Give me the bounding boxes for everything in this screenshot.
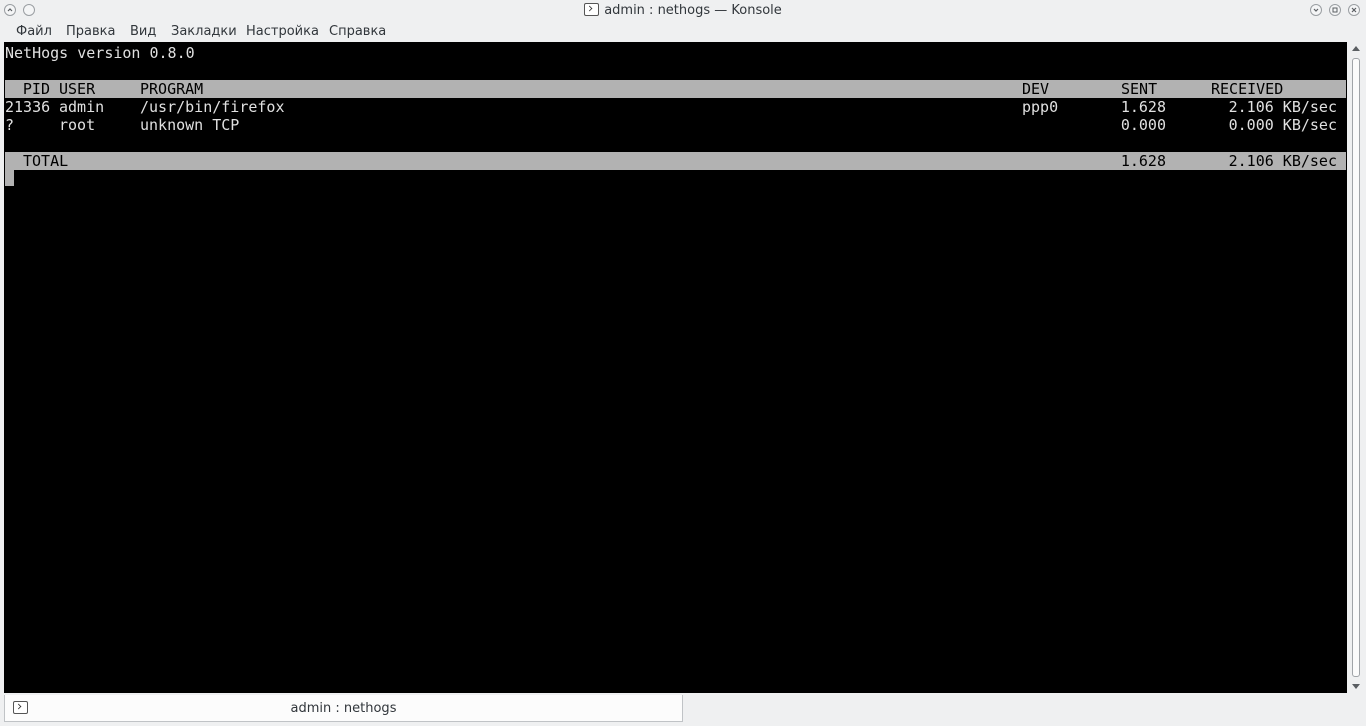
menu-bookmarks[interactable]: Закладки: [171, 24, 237, 39]
total-row: TOTAL 1.628 2.106 KB/sec: [5, 152, 1346, 170]
scrollbar-thumb[interactable]: [1352, 58, 1360, 677]
row-dev: ppp0: [1022, 98, 1059, 116]
scroll-down-icon[interactable]: [1352, 684, 1360, 689]
title-bar: admin : nethogs — Konsole: [0, 0, 1366, 21]
terminal-icon: [584, 3, 600, 16]
total-sent: 1.628: [1120, 152, 1166, 170]
header-user: USER: [59, 80, 96, 98]
row-sent: 1.628: [1120, 98, 1166, 116]
close-button[interactable]: [1348, 4, 1360, 16]
row-program: unknown TCP: [140, 116, 240, 134]
header-sent: SENT: [1121, 80, 1158, 98]
terminal-cursor: [5, 170, 14, 186]
total-received: 2.106 KB/sec: [1228, 152, 1337, 170]
tab-admin-nethogs[interactable]: admin : nethogs: [4, 695, 683, 722]
table-header: PID USER PROGRAM DEV SENT RECEIVED: [5, 80, 1346, 98]
header-program: PROGRAM: [140, 80, 204, 98]
terminal-view[interactable]: NetHogs version 0.8.0 PID USER PROGRAM D…: [4, 42, 1347, 693]
total-label: TOTAL: [23, 152, 69, 170]
menu-bar: Файл Правка Вид Закладки Настройка Справ…: [0, 21, 1366, 42]
menu-settings[interactable]: Настройка: [246, 24, 319, 39]
menu-edit[interactable]: Правка: [66, 24, 115, 39]
header-dev: DEV: [1022, 80, 1050, 98]
row-user: root: [59, 116, 96, 134]
window-title-text: admin : nethogs — Konsole: [604, 3, 782, 18]
table-row: ? root unknown TCP 0.000 0.000 KB/sec: [5, 116, 1346, 134]
table-row: 21336 admin /usr/bin/firefox ppp0 1.628 …: [5, 98, 1346, 116]
version-text: NetHogs version 0.8.0: [5, 44, 195, 62]
header-received: RECEIVED: [1211, 80, 1284, 98]
version-line: NetHogs version 0.8.0: [5, 44, 1346, 62]
maximize-button[interactable]: [1329, 4, 1341, 16]
row-program: /usr/bin/firefox: [140, 98, 285, 116]
row-sent: 0.000: [1120, 116, 1166, 134]
tab-label: admin : nethogs: [290, 701, 397, 716]
tab-bar: admin : nethogs: [0, 693, 1366, 726]
row-received: 2.106 KB/sec: [1228, 98, 1337, 116]
window-title: admin : nethogs — Konsole: [0, 3, 1366, 18]
terminal-scrollbar[interactable]: [1349, 42, 1363, 693]
row-pid: ?: [5, 116, 15, 134]
row-received: 0.000 KB/sec: [1228, 116, 1337, 134]
menu-help[interactable]: Справка: [329, 24, 386, 39]
row-user: admin: [59, 98, 105, 116]
row-pid: 21336: [5, 98, 51, 116]
menu-view[interactable]: Вид: [130, 24, 156, 39]
scroll-up-icon[interactable]: [1352, 46, 1360, 51]
header-pid: PID: [22, 80, 50, 98]
minimize-button[interactable]: [1310, 4, 1322, 16]
menu-file[interactable]: Файл: [16, 24, 52, 39]
